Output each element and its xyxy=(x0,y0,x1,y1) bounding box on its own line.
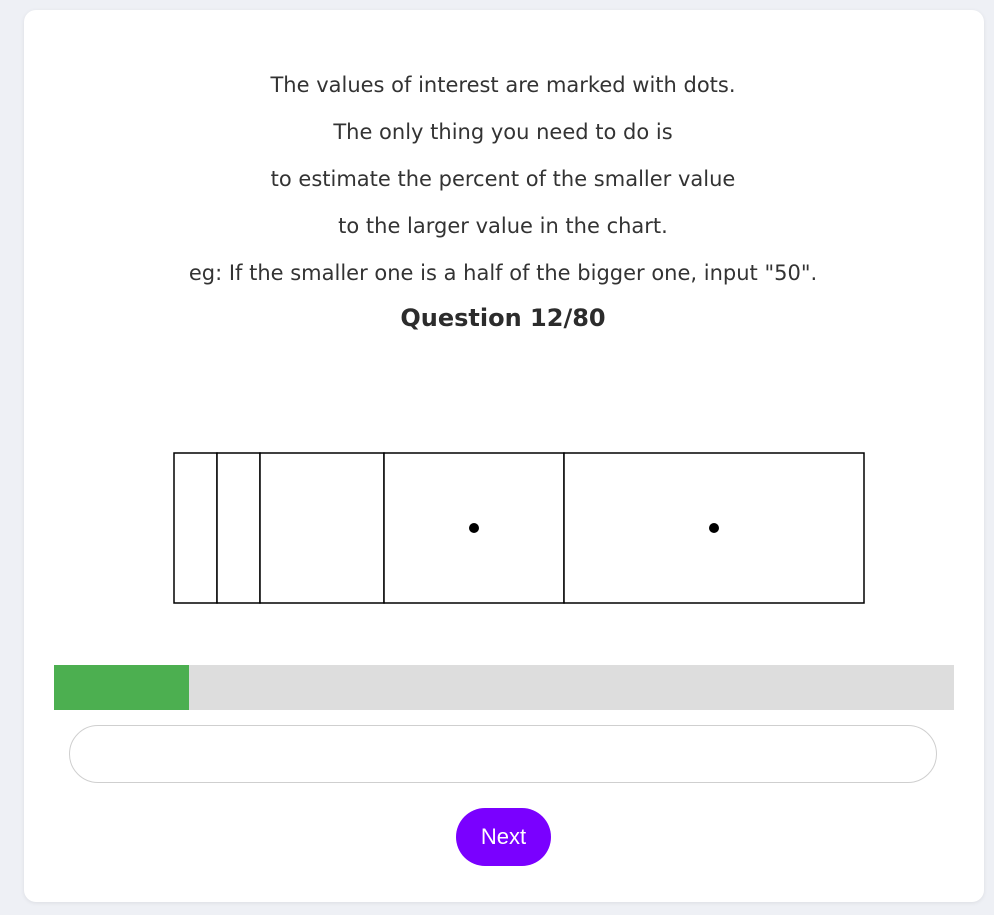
instruction-line-2: The only thing you need to do is xyxy=(333,120,673,144)
answer-input[interactable] xyxy=(69,725,937,783)
next-button[interactable]: Next xyxy=(456,808,551,866)
question-title: Question 12/80 xyxy=(400,304,606,332)
question-card: The values of interest are marked with d… xyxy=(24,10,984,902)
chart-segment-C xyxy=(259,452,385,604)
instruction-line-4: to the larger value in the chart. xyxy=(338,214,668,238)
instruction-line-3: to estimate the percent of the smaller v… xyxy=(270,167,736,191)
chart-segment-A xyxy=(173,452,218,604)
chart-marker-dot-D xyxy=(469,523,479,533)
instruction-line-1: The values of interest are marked with d… xyxy=(270,73,736,97)
instructions: The values of interest are marked with d… xyxy=(24,62,982,297)
progress-bar xyxy=(54,665,954,710)
instruction-line-5: eg: If the smaller one is a half of the … xyxy=(188,261,818,285)
chart-segment-B xyxy=(216,452,261,604)
progress-bar-fill xyxy=(54,665,189,710)
chart-marker-dot-E xyxy=(709,523,719,533)
stacked-bar-chart xyxy=(173,452,865,604)
